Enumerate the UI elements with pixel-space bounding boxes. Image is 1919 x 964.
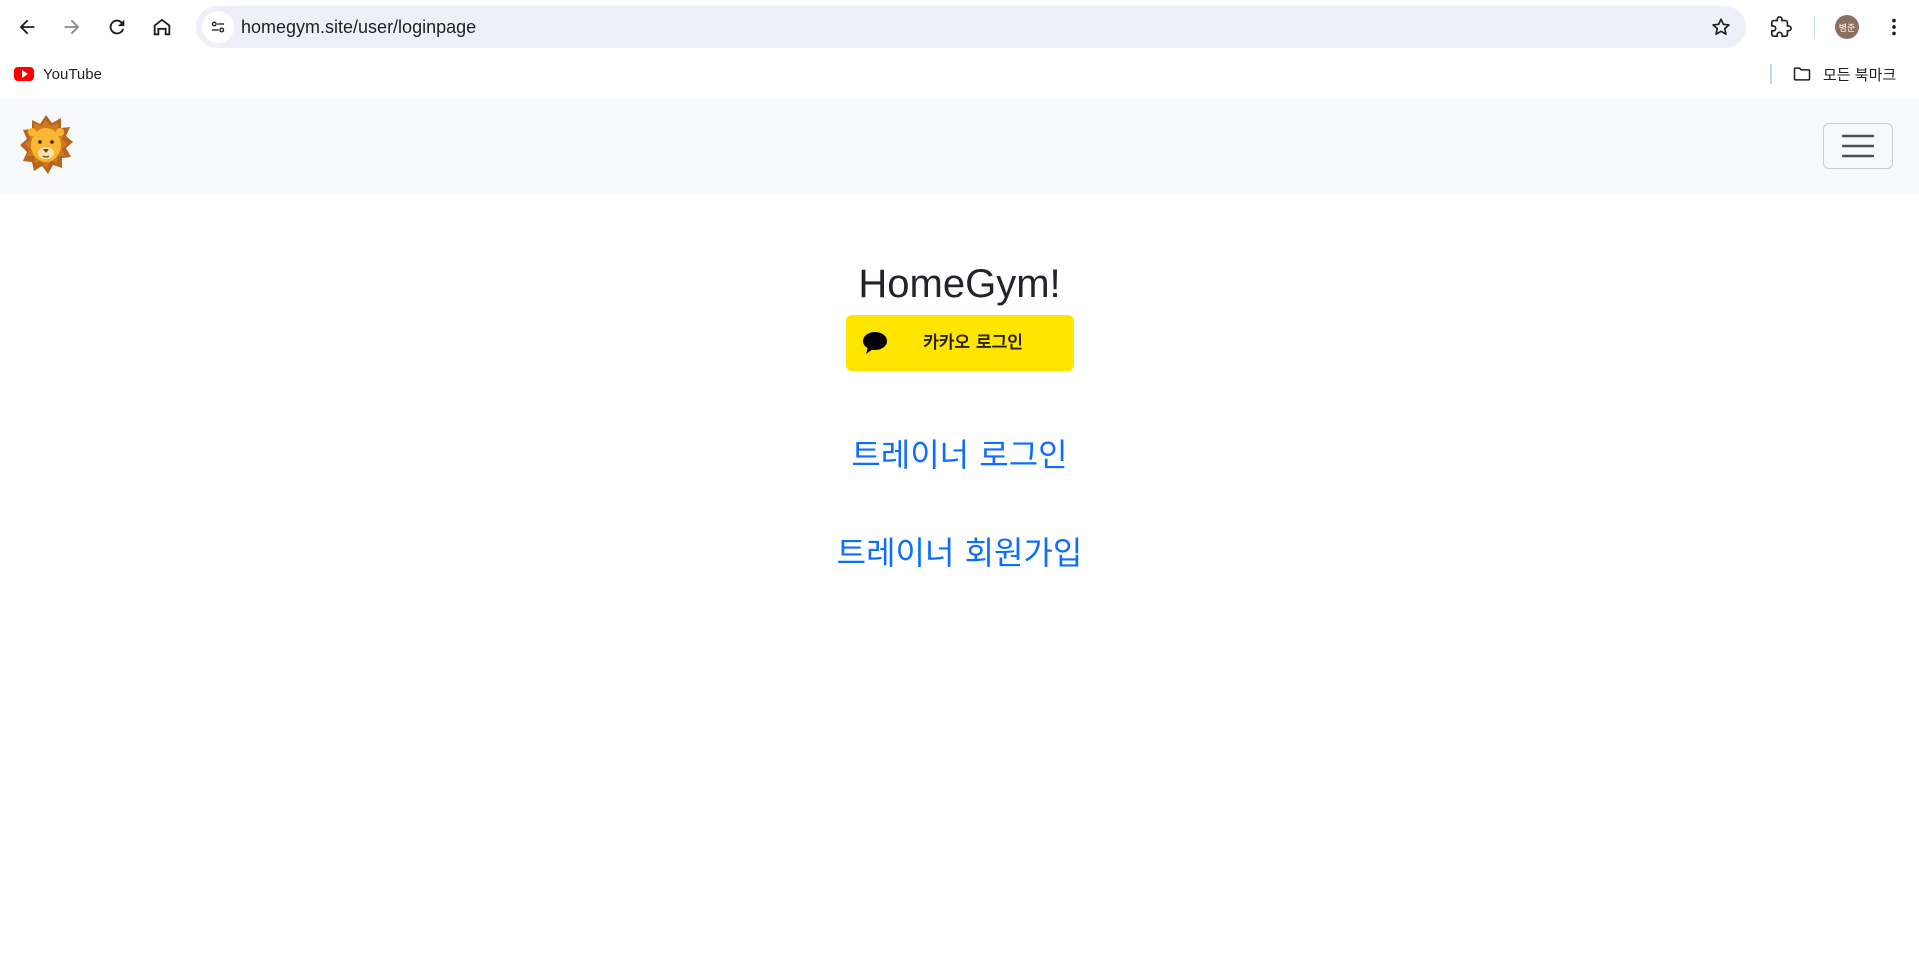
trainer-login-link[interactable]: 트레이너 로그인 xyxy=(0,430,1919,476)
bookmark-youtube[interactable]: YouTube xyxy=(14,54,102,94)
reload-icon xyxy=(109,19,125,35)
all-bookmarks-button[interactable]: 모든 북마크 xyxy=(1791,54,1896,94)
forward-button[interactable] xyxy=(54,9,90,45)
toolbar-divider xyxy=(1814,16,1815,38)
extensions-icon xyxy=(1771,16,1792,37)
site-info-icon xyxy=(211,21,225,33)
bookmarks-bar: YouTube 모든 북마크 xyxy=(0,54,1919,98)
folder-icon xyxy=(1793,67,1811,81)
forward-arrow-icon xyxy=(64,19,80,35)
brand-link[interactable] xyxy=(18,113,74,177)
bookmark-star-button[interactable] xyxy=(1708,14,1734,40)
browser-toolbar: homegym.site/user/loginpage 병준 xyxy=(0,0,1919,54)
home-button[interactable] xyxy=(144,9,180,45)
kakao-login-button[interactable]: 카카오 로그인 xyxy=(846,315,1074,371)
more-vert-icon xyxy=(1892,18,1896,36)
home-icon xyxy=(153,18,171,36)
bookmarks-divider xyxy=(1770,64,1772,84)
kakao-login-label: 카카오 로그인 xyxy=(923,333,1023,353)
all-bookmarks-label: 모든 북마크 xyxy=(1823,66,1897,84)
reload-button[interactable] xyxy=(99,9,135,45)
hamburger-menu-icon xyxy=(1842,134,1874,158)
site-info-button[interactable] xyxy=(202,11,234,43)
youtube-icon xyxy=(14,67,34,81)
page-title: HomeGym! xyxy=(858,262,1061,306)
extensions-button[interactable] xyxy=(1763,9,1799,45)
bookmark-youtube-label: YouTube xyxy=(43,65,102,83)
browser-menu-button[interactable] xyxy=(1876,9,1912,45)
trainer-signup-link[interactable]: 트레이너 회원가입 xyxy=(0,528,1919,574)
url-text[interactable]: homegym.site/user/loginpage xyxy=(241,6,476,48)
address-bar[interactable]: homegym.site/user/loginpage xyxy=(196,6,1746,48)
back-button[interactable] xyxy=(9,9,45,45)
lion-logo-icon xyxy=(20,115,73,174)
back-arrow-icon xyxy=(19,19,35,35)
navbar-toggler-button[interactable] xyxy=(1823,123,1893,169)
site-navbar xyxy=(0,98,1919,194)
star-icon xyxy=(1712,18,1730,35)
avatar-text: 병준 xyxy=(1838,23,1856,34)
profile-avatar[interactable]: 병준 xyxy=(1835,15,1859,39)
